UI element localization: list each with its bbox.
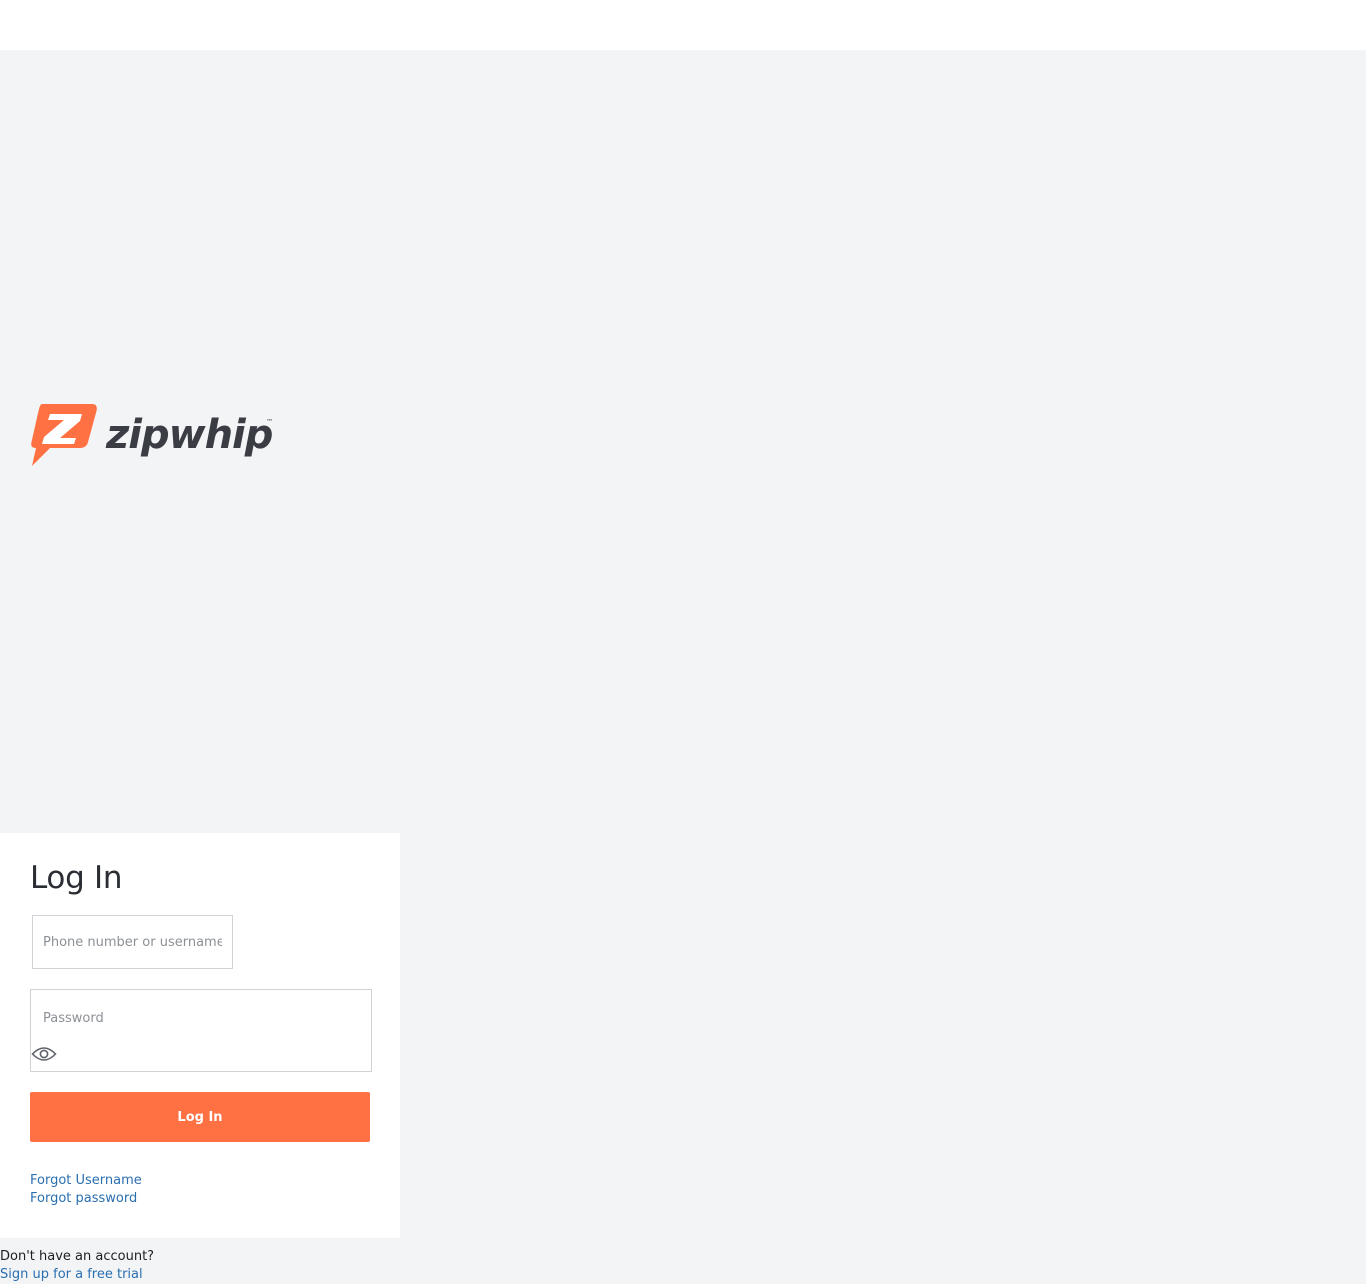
eye-icon [31,1047,57,1061]
zipwhip-logo-icon: zipwhip ™ [31,404,274,466]
forgot-username-link[interactable]: Forgot Username [30,1173,142,1188]
password-input[interactable] [31,990,371,1046]
login-button[interactable]: Log In [30,1092,370,1142]
password-field [30,989,372,1072]
no-account-text: Don't have an account? [0,1249,155,1264]
show-password-toggle[interactable] [31,1043,57,1065]
username-input[interactable] [32,915,233,969]
login-page: zipwhip ™ Log In Log In Forgot Username … [0,0,1366,1284]
top-bar [0,0,1366,50]
login-title: Log In [30,860,123,896]
logo-wordmark: zipwhip [105,412,273,458]
signup-link[interactable]: Sign up for a free trial [0,1267,143,1282]
forgot-password-link[interactable]: Forgot password [30,1191,137,1206]
zipwhip-logo: zipwhip ™ [30,402,280,470]
logo-trademark: ™ [266,418,273,426]
